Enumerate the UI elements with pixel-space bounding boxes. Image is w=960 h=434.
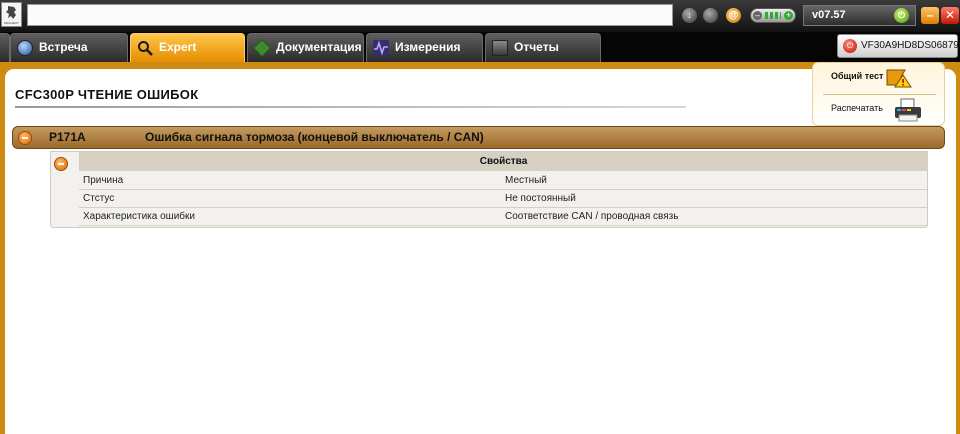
flag-warning-icon [886, 69, 912, 88]
property-value: Не постоянный [505, 193, 576, 204]
globe-icon [17, 40, 33, 56]
brand-logo: PEUGEOT [1, 2, 22, 27]
minus-icon: – [753, 10, 762, 20]
at-sign-icon[interactable]: @ [726, 8, 741, 23]
property-name: Характеристика ошибки [83, 211, 195, 222]
tab-meeting[interactable]: Встреча [10, 33, 128, 62]
collapse-icon[interactable] [18, 131, 32, 145]
table-row: Характеристика ошибки Соответствие CAN /… [79, 208, 928, 226]
close-button[interactable]: ✕ [941, 7, 959, 24]
tab-documentation[interactable]: Документация [247, 33, 364, 62]
waveform-icon [373, 40, 389, 56]
property-value: Соответствие CAN / проводная связь [505, 211, 679, 222]
printer-icon [895, 98, 921, 122]
table-row: Стстус Не постоянный [79, 190, 928, 208]
tab-measurements[interactable]: Измерения [366, 33, 483, 62]
lion-icon [6, 6, 16, 19]
print-button[interactable]: Распечатать [813, 95, 946, 125]
battery-level-indicator: – + [750, 8, 796, 23]
table-row: Причина Местный [79, 172, 928, 190]
print-label: Распечатать [831, 103, 883, 113]
tab-scroll-left[interactable] [0, 33, 10, 62]
properties-header: Свойства [79, 152, 928, 171]
power-icon: ⏻ [843, 39, 857, 53]
vin-badge[interactable]: ⏻ VF30A9HD8DS068790 [837, 34, 960, 58]
lock-icon[interactable] [703, 8, 718, 23]
fault-code: P171A [49, 130, 86, 144]
version-label: v07.57 [812, 9, 846, 21]
actions-panel: Общий тест Распечатать [812, 62, 945, 126]
collapse-icon[interactable] [54, 157, 68, 171]
tab-label: Измерения [395, 40, 461, 54]
fault-description: Ошибка сигнала тормоза (концевой выключа… [145, 130, 484, 144]
minimize-button[interactable]: – [921, 7, 939, 24]
power-icon[interactable]: ⏻ [894, 8, 909, 23]
top-toolbar: PEUGEOT ↓ @ – + v07.57 ⏻ – ✕ [0, 0, 960, 32]
page-title: CFC300P ЧТЕНИЕ ОШИБОК [15, 87, 199, 102]
download-icon[interactable]: ↓ [682, 8, 697, 23]
tab-reports[interactable]: Отчеты [485, 33, 601, 62]
tab-bar: Встреча Expert Документация Измерения От… [0, 32, 960, 62]
properties-table: Свойства Причина Местный Стстус Не посто… [50, 151, 928, 228]
tab-label: Встреча [39, 40, 88, 54]
tab-label: Документация [276, 40, 362, 54]
version-display: v07.57 ⏻ [803, 5, 916, 26]
title-divider [15, 106, 686, 108]
magnifier-icon [138, 41, 153, 56]
battery-bars [765, 12, 781, 19]
fault-row[interactable]: P171A Ошибка сигнала тормоза (концевой в… [12, 126, 945, 149]
status-message-field [27, 4, 673, 26]
vin-number: VF30A9HD8DS068790 [861, 40, 960, 51]
property-name: Стстус [83, 193, 115, 204]
property-name: Причина [83, 175, 124, 186]
brand-logo-text: PEUGEOT [4, 21, 19, 25]
tab-label: Отчеты [514, 40, 559, 54]
general-test-label: Общий тест [831, 71, 884, 81]
plus-icon: + [784, 10, 793, 20]
general-test-button[interactable]: Общий тест [813, 63, 946, 93]
documentation-icon [252, 38, 272, 58]
property-value: Местный [505, 175, 547, 186]
tab-expert[interactable]: Expert [130, 33, 245, 62]
tab-label: Expert [159, 40, 197, 54]
reports-icon [492, 40, 508, 56]
